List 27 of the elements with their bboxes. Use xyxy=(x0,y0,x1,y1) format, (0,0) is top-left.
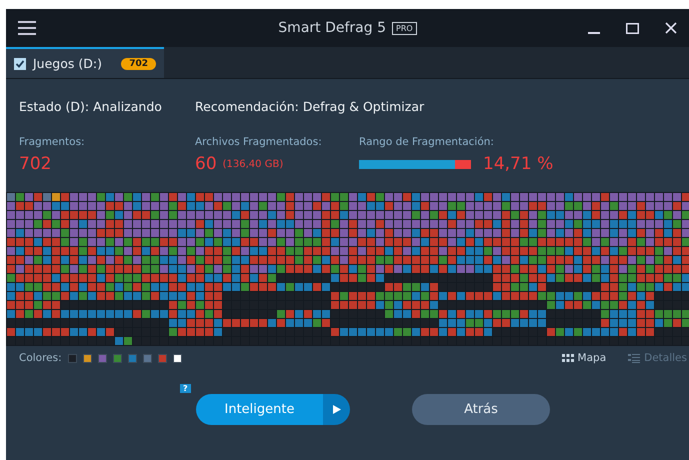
recommendation-text: Recomendación: Defrag & Optimizar xyxy=(195,99,424,114)
close-icon[interactable] xyxy=(665,22,677,34)
back-button[interactable]: Atrás xyxy=(412,394,550,425)
legend-label: Colores: xyxy=(19,352,62,364)
stat-value: 14,71 % xyxy=(483,154,554,174)
maximize-icon[interactable] xyxy=(626,22,639,34)
stat-label: Archivos Fragmentados: xyxy=(195,136,323,148)
drive-tab[interactable]: Juegos (D:) 702 xyxy=(6,47,164,78)
checkbox[interactable] xyxy=(14,58,26,70)
list-icon xyxy=(628,354,640,362)
status-text: Estado (D): Analizando xyxy=(19,99,163,114)
stat-value: 702 xyxy=(19,154,52,174)
dropdown-button[interactable] xyxy=(323,394,350,425)
smart-button[interactable]: Inteligente xyxy=(196,394,323,425)
triangle-icon xyxy=(332,405,340,414)
count-badge: 702 xyxy=(121,58,156,70)
stat-value: 60 xyxy=(195,154,217,174)
grid-icon xyxy=(562,354,574,362)
help-badge[interactable]: ? xyxy=(180,384,191,393)
view-toggle[interactable]: Mapa xyxy=(562,352,606,364)
menu-icon[interactable] xyxy=(18,21,36,35)
window-title: Smart Defrag 5 xyxy=(278,20,386,36)
edition-label: PRO xyxy=(392,22,417,34)
stat-label: Rango de Fragmentación: xyxy=(359,136,495,148)
stat-note: (136,40 GB) xyxy=(222,158,284,170)
tab-label: Juegos (D:) xyxy=(33,56,103,71)
stat-label: Fragmentos: xyxy=(19,136,86,148)
